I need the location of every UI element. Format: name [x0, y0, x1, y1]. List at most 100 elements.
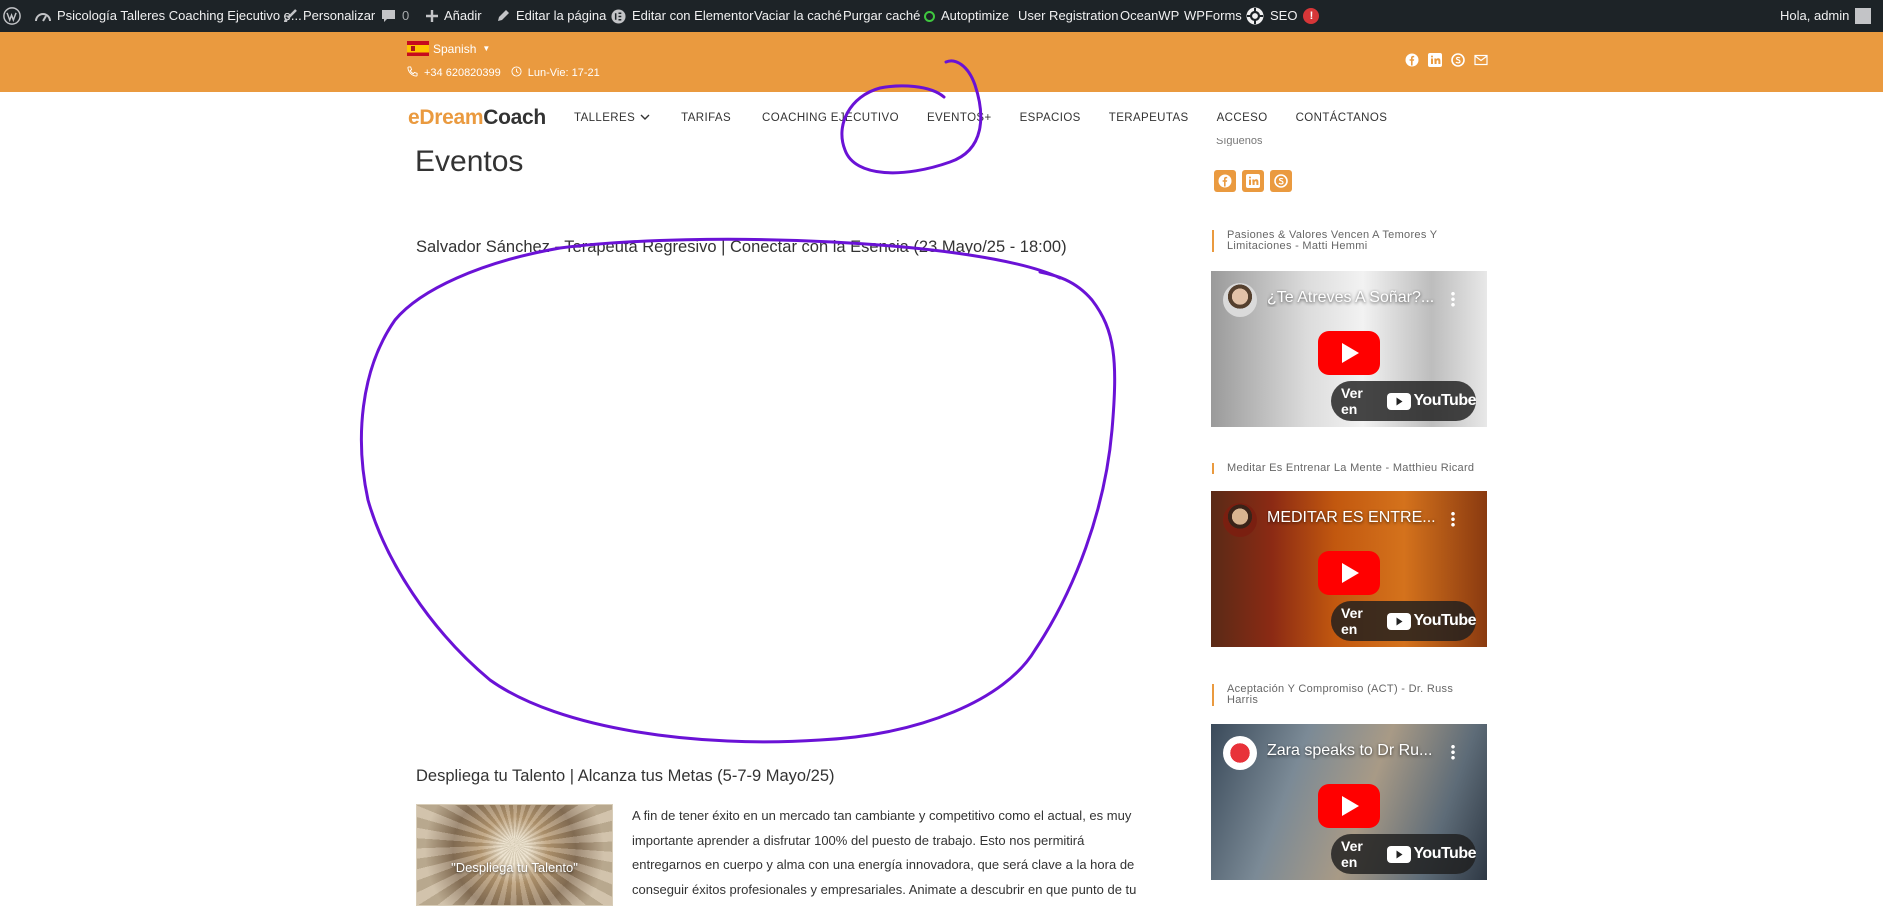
comment-icon: [381, 9, 396, 23]
more-options-icon[interactable]: [1451, 291, 1455, 307]
annotation-circle-empty-area: [360, 237, 1117, 744]
nav-label: TERAPEUTAS: [1108, 112, 1189, 124]
nav-label: CONTÁCTANOS: [1295, 112, 1388, 124]
add-new-link[interactable]: Añadir: [426, 0, 482, 32]
edit-page-link[interactable]: Editar la página: [496, 0, 606, 32]
wpforms-label: WPForms: [1184, 8, 1242, 23]
plus-icon: [426, 10, 438, 22]
facebook-icon[interactable]: [1214, 170, 1236, 192]
linkedin-icon[interactable]: [1242, 170, 1264, 192]
phone-icon: [407, 66, 418, 80]
top-social-links: [1405, 53, 1488, 67]
autoptimize-link[interactable]: Autoptimize: [924, 0, 1009, 32]
chevron-down-icon: [640, 113, 650, 123]
youtube-label: YouTube: [1413, 612, 1476, 629]
youtube-logo-icon: YouTube: [1387, 612, 1476, 630]
site-name-label: Psicología Talleres Coaching Ejecutivo e…: [57, 8, 302, 23]
seo-label: SEO: [1270, 8, 1298, 23]
spain-flag-icon: [407, 41, 429, 56]
nav-label: COACHING EJECUTIVO: [762, 112, 899, 124]
nav-label: ESPACIOS: [1019, 112, 1081, 124]
site-logo[interactable]: eDreamCoach: [408, 106, 546, 130]
add-new-label: Añadir: [444, 8, 482, 23]
elementor-icon: [611, 8, 626, 24]
pencil-icon: [496, 9, 510, 23]
nav-item-contactanos[interactable]: CONTÁCTANOS: [1296, 112, 1388, 124]
account-menu[interactable]: Hola, admin: [1780, 0, 1872, 32]
nav-item-eventos[interactable]: EVENTOS+: [927, 112, 992, 124]
language-switcher[interactable]: Spanish ▼: [407, 41, 490, 56]
thumbnail-caption: "Despliega tu Talento": [451, 860, 578, 875]
edit-elementor-link[interactable]: Editar con Elementor: [611, 0, 753, 32]
youtube-logo-icon: YouTube: [1387, 392, 1476, 410]
status-dot-icon: [924, 10, 935, 22]
watch-on-youtube-button[interactable]: Ver en YouTube: [1331, 601, 1476, 641]
autoptimize-label: Autoptimize: [941, 8, 1009, 23]
watch-on-youtube-button[interactable]: Ver en YouTube: [1331, 834, 1476, 874]
customize-link[interactable]: Personalizar: [283, 0, 375, 32]
watch-label: Ver en: [1341, 385, 1363, 417]
thumbnail-image: [417, 805, 612, 905]
youtube-label: YouTube: [1413, 845, 1476, 862]
youtube-video-embed[interactable]: MEDITAR ES ENTRE... Ver en YouTube: [1211, 491, 1487, 647]
oceanwp-label: OceanWP: [1120, 8, 1180, 23]
sidebar-social-links: [1214, 170, 1292, 192]
seo-link[interactable]: SEO !: [1246, 0, 1320, 32]
facebook-icon[interactable]: [1405, 53, 1419, 67]
greeting-label: Hola, admin: [1780, 8, 1850, 23]
oceanwp-link[interactable]: OceanWP: [1120, 0, 1179, 32]
wpforms-link[interactable]: WPForms: [1184, 0, 1242, 32]
logo-part-1: eDream: [408, 106, 484, 129]
youtube-logo-icon: YouTube: [1387, 845, 1476, 863]
nav-item-acceso[interactable]: ACCESO: [1217, 112, 1268, 124]
logo-part-2: Coach: [483, 106, 546, 129]
linkedin-icon[interactable]: [1428, 53, 1442, 67]
dashboard-icon: [35, 9, 51, 23]
post-title-link[interactable]: Despliega tu Talento | Alcanza tus Metas…: [416, 767, 835, 786]
watch-label: Ver en: [1341, 605, 1363, 637]
nav-item-coaching-ejecutivo[interactable]: COACHING EJECUTIVO: [762, 112, 899, 124]
nav-item-talleres[interactable]: TALLERES: [574, 112, 650, 124]
opening-hours: Lun-Vie: 17-21: [527, 67, 600, 79]
watch-on-youtube-button[interactable]: Ver en YouTube: [1331, 381, 1476, 421]
nav-item-tarifas[interactable]: TARIFAS: [681, 112, 731, 124]
channel-avatar: [1223, 503, 1257, 537]
seo-alert-badge: !: [1303, 8, 1320, 24]
site-name-link[interactable]: Psicología Talleres Coaching Ejecutivo e…: [35, 0, 302, 32]
widget-title: Pasiones & Valores Vencen A Temores Y Li…: [1212, 230, 1482, 252]
wordpress-logo-icon[interactable]: [3, 0, 21, 32]
mail-icon[interactable]: [1474, 53, 1488, 67]
purge-cache-label: Purgar caché: [843, 8, 921, 23]
video-title: ¿Te Atreves A Soñar?...: [1267, 289, 1435, 306]
brush-icon: [283, 9, 297, 23]
skype-icon[interactable]: [1270, 170, 1292, 192]
clear-cache-link[interactable]: Vaciar la caché: [754, 0, 842, 32]
more-options-icon[interactable]: [1451, 511, 1455, 527]
purge-cache-link[interactable]: Purgar caché: [843, 0, 920, 32]
youtube-play-icon[interactable]: [1318, 331, 1380, 375]
user-registration-link[interactable]: User Registration: [1018, 0, 1118, 32]
site-header: eDreamCoach TALLERES TARIFAS COACHING EJ…: [0, 92, 1883, 144]
top-bar: Spanish ▼ +34 620820399 Lun-Vie: 17-21: [0, 32, 1883, 92]
nav-label: TARIFAS: [681, 112, 732, 124]
youtube-label: YouTube: [1413, 392, 1476, 409]
skype-icon[interactable]: [1451, 53, 1465, 67]
watch-label: Ver en: [1341, 838, 1363, 870]
language-label: Spanish: [433, 41, 477, 56]
more-options-icon[interactable]: [1451, 744, 1455, 760]
youtube-play-icon[interactable]: [1318, 551, 1380, 595]
youtube-play-icon[interactable]: [1318, 784, 1380, 828]
youtube-video-embed[interactable]: Zara speaks to Dr Ru... Ver en YouTube: [1211, 724, 1487, 880]
video-title: Zara speaks to Dr Ru...: [1267, 742, 1433, 759]
nav-label: ACCESO: [1216, 112, 1268, 124]
youtube-video-embed[interactable]: ¿Te Atreves A Soñar?... Ver en YouTube: [1211, 271, 1487, 427]
nav-item-terapeutas[interactable]: TERAPEUTAS: [1109, 112, 1189, 124]
user-registration-label: User Registration: [1018, 8, 1119, 23]
edit-elementor-label: Editar con Elementor: [632, 8, 754, 23]
phone-link[interactable]: +34 620820399: [424, 67, 501, 79]
nav-item-espacios[interactable]: ESPACIOS: [1020, 112, 1081, 124]
post-thumbnail[interactable]: "Despliega tu Talento": [416, 804, 613, 906]
post-title-link[interactable]: Salvador Sánchez - Terapeuta Regresivo |…: [416, 238, 1067, 257]
channel-avatar: [1223, 736, 1257, 770]
comments-link[interactable]: 0: [381, 0, 409, 32]
